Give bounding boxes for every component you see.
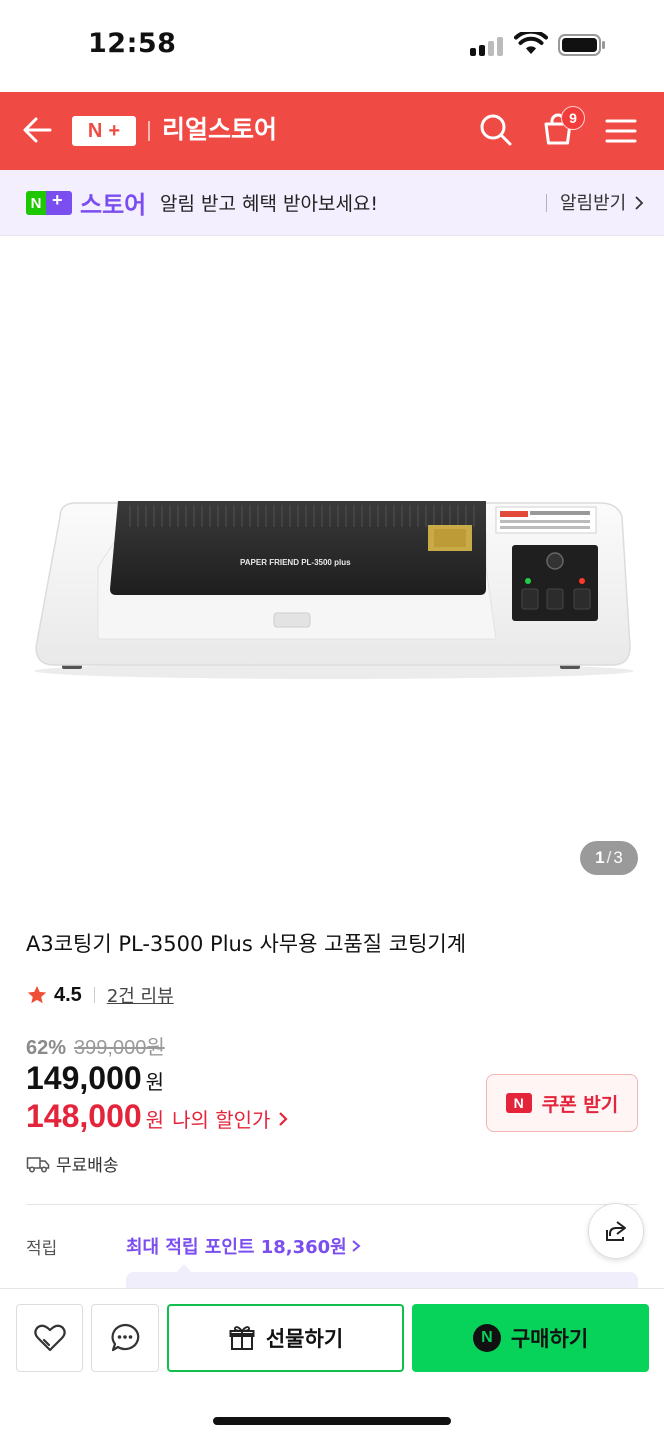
original-price: 399,000원: [74, 1037, 165, 1059]
menu-icon[interactable]: [604, 114, 638, 148]
chevron-right-icon: [279, 1112, 288, 1126]
shipping-text: 무료배송: [56, 1156, 119, 1176]
battery-icon: [558, 34, 605, 56]
naver-coupon-icon: N: [505, 1093, 532, 1113]
status-bar: 12:58: [0, 0, 664, 92]
chevron-right-icon: [352, 1240, 361, 1252]
my-discount-price-link[interactable]: 148,000 원 나의 할인가: [26, 1098, 290, 1135]
image-separator: /: [606, 848, 612, 867]
chat-icon: [111, 1323, 140, 1352]
gift-icon: [229, 1326, 255, 1350]
my-discount-price-unit: 원: [145, 1108, 165, 1132]
my-discount-price: 148,000: [26, 1098, 142, 1134]
gift-label: 선물하기: [265, 1327, 344, 1351]
discount-rate: 62%: [26, 1037, 67, 1059]
get-coupon-button[interactable]: N 쿠폰 받기: [486, 1074, 638, 1132]
search-icon[interactable]: [478, 112, 514, 148]
star-icon: [27, 985, 47, 1004]
share-button[interactable]: [588, 1203, 644, 1259]
status-time: 12:58: [88, 28, 177, 59]
image-current-index: 1: [595, 848, 605, 867]
share-icon: [606, 1221, 626, 1241]
my-discount-label: 나의 할인가: [172, 1108, 271, 1132]
promo-store-logo: N +: [26, 190, 72, 215]
chevron-right-icon: [635, 196, 644, 210]
sale-price-unit: 원: [145, 1070, 165, 1094]
rating-value: 4.5: [54, 983, 82, 1006]
price-row: 149,000 원: [26, 1060, 164, 1097]
promo-logo-n: N: [26, 191, 46, 215]
signal-icon: [470, 36, 506, 56]
product-image-carousel[interactable]: PAPER FRIEND PL-3500 plus: [0, 237, 664, 905]
talk-talk-button[interactable]: [91, 1304, 159, 1372]
logo-divider: [148, 121, 150, 141]
device-brand-text: PAPER FRIEND PL-3500 plus: [240, 558, 351, 567]
cart-count-badge: 9: [561, 106, 585, 130]
buy-now-button[interactable]: N 구매하기: [412, 1304, 649, 1372]
max-points-link[interactable]: 최대 적립 포인트 18,360원: [126, 1233, 361, 1259]
promo-store-label: 스토어: [80, 191, 147, 219]
sale-price: 149,000: [26, 1060, 142, 1096]
product-title: A3코팅기 PL-3500 Plus 사무용 고품질 코팅기계: [26, 932, 467, 956]
image-total-count: 3: [613, 848, 623, 867]
get-coupon-label: 쿠폰 받기: [541, 1093, 619, 1116]
store-name[interactable]: 리얼스토어: [162, 112, 277, 148]
naver-pay-icon: N: [472, 1324, 501, 1352]
store-notification-banner[interactable]: N + 스토어 알림 받고 혜택 받아보세요! 알림받기: [0, 170, 664, 236]
max-points-text: 최대 적립 포인트 18,360원: [126, 1237, 347, 1258]
truck-icon: [26, 1156, 50, 1172]
promo-logo-plus: +: [52, 190, 63, 210]
rating-divider: [93, 987, 95, 1003]
rating-row: 4.5 2건 리뷰: [26, 982, 174, 1008]
image-pagination: 1 / 3: [580, 841, 638, 875]
points-label: 적립: [26, 1239, 58, 1259]
shipping-info: 무료배송: [26, 1151, 119, 1176]
back-arrow-icon[interactable]: [20, 112, 56, 148]
notification-subscribe-link[interactable]: 알림받기: [560, 189, 644, 215]
store-logo[interactable]: N +: [72, 116, 136, 146]
heart-icon: [33, 1324, 66, 1352]
discount-row: 62% 399,000원: [26, 1031, 165, 1060]
promo-divider: [546, 194, 547, 212]
home-indicator[interactable]: [213, 1417, 451, 1425]
logo-plus: +: [108, 119, 121, 142]
wishlist-button[interactable]: [16, 1304, 83, 1372]
gift-button[interactable]: 선물하기: [167, 1304, 404, 1372]
buy-now-label: 구매하기: [510, 1327, 589, 1351]
laminator-product-image: PAPER FRIEND PL-3500 plus: [34, 501, 634, 679]
notification-subscribe-label: 알림받기: [560, 193, 627, 214]
review-count-link[interactable]: 2건 리뷰: [107, 982, 174, 1008]
section-divider: [26, 1204, 638, 1205]
logo-n: N: [87, 119, 103, 142]
wifi-icon: [514, 32, 548, 54]
promo-message: 알림 받고 혜택 받아보세요!: [160, 193, 379, 215]
app-header: N + 리얼스토어: [0, 92, 664, 170]
